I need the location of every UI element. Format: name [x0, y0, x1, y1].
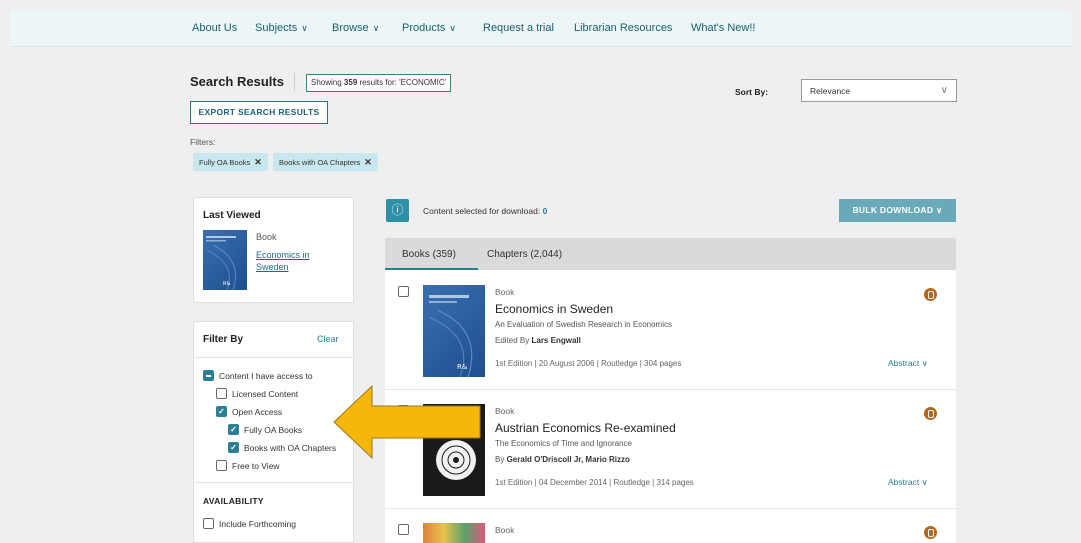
annotation-arrow-icon	[333, 384, 481, 460]
book-cover[interactable]: R&	[203, 230, 247, 290]
chevron-down-icon: ∨	[936, 205, 943, 215]
open-access-icon	[924, 526, 937, 539]
filter-by-title: Filter By	[203, 334, 244, 345]
top-navigation: About Us Subjects ∨ Browse ∨ Products ∨ Req…	[10, 10, 1071, 47]
nav-librarian-resources[interactable]: Librarian Resources	[574, 22, 672, 34]
option-books-oa-chapters-label: Books with OA Chapters	[244, 443, 337, 453]
open-access-icon	[924, 288, 937, 301]
divider	[385, 508, 956, 509]
info-icon: ⓘ	[386, 199, 409, 222]
checkbox-fully-oa-books[interactable]: ✓	[228, 424, 239, 435]
nav-whats-new[interactable]: What's New!!	[691, 22, 755, 34]
page-title: Search Results	[190, 74, 284, 89]
tab-chapters[interactable]: Chapters (2,044)	[487, 249, 562, 260]
result-subtitle: An Evaluation of Swedish Research in Eco…	[495, 320, 672, 329]
result-subtitle: The Economics of Time and Ignorance	[495, 439, 632, 448]
sort-select[interactable]: Relevance ∨	[801, 79, 957, 102]
open-access-icon	[924, 407, 937, 420]
book-cover[interactable]	[423, 523, 485, 543]
checkbox-books-oa-chapters[interactable]: ✓	[228, 442, 239, 453]
chevron-down-icon: ∨	[449, 23, 457, 33]
results-count-text: Showing 359 results for: 'ECONOMIC'	[306, 74, 452, 92]
result-select-checkbox[interactable]	[398, 286, 409, 297]
option-fully-oa-books-label: Fully OA Books	[244, 425, 303, 435]
result-title[interactable]: Austrian Economics Re-examined	[495, 421, 676, 435]
chevron-down-icon: ∨	[921, 358, 928, 368]
checkbox-licensed-content[interactable]	[216, 388, 227, 399]
svg-text:R&: R&	[457, 363, 468, 371]
cover-art-icon: R&	[206, 236, 236, 290]
last-viewed-link[interactable]: Economics in Sweden	[256, 249, 336, 273]
download-selection-text: Content selected for download: 0	[423, 206, 548, 216]
checkbox-include-forthcoming[interactable]	[203, 518, 214, 529]
bulk-download-button[interactable]: BULK DOWNLOAD ∨	[839, 199, 956, 222]
result-meta: 1st Edition | 20 August 2006 | Routledge…	[495, 359, 682, 368]
filter-chip-fully-oa-books[interactable]: Fully OA Books ✕	[193, 153, 268, 171]
filters-label: Filters:	[190, 137, 216, 147]
nav-subjects[interactable]: Subjects ∨	[255, 22, 308, 34]
chevron-down-icon: ∨	[940, 85, 948, 96]
nav-products[interactable]: Products ∨	[402, 22, 456, 34]
last-viewed-title: Last Viewed	[203, 210, 261, 221]
result-type: Book	[495, 406, 515, 416]
option-include-forthcoming-label: Include Forthcoming	[219, 519, 297, 529]
divider	[193, 482, 354, 483]
chevron-down-icon: ∨	[372, 23, 380, 33]
export-search-results-button[interactable]: EXPORT SEARCH RESULTS	[190, 101, 328, 124]
last-viewed-type: Book	[256, 232, 277, 242]
tab-books[interactable]: Books (359)	[402, 249, 456, 260]
checkbox-content-access[interactable]	[203, 370, 214, 381]
result-type: Book	[495, 525, 515, 535]
close-icon[interactable]: ✕	[254, 157, 262, 167]
book-cover[interactable]: R&	[423, 285, 485, 377]
option-open-access-label: Open Access	[232, 407, 283, 417]
result-select-checkbox[interactable]	[398, 524, 409, 535]
checkbox-free-to-view[interactable]	[216, 460, 227, 471]
option-free-to-view-label: Free to View	[232, 461, 280, 471]
clear-filters-link[interactable]: Clear	[317, 334, 339, 344]
result-authors: By Gerald O'Driscoll Jr, Mario Rizzo	[495, 455, 630, 464]
availability-title: AVAILABILITY	[203, 496, 264, 506]
sort-by-label: Sort By:	[735, 87, 769, 97]
result-type: Book	[495, 287, 515, 297]
option-licensed-content-label: Licensed Content	[232, 389, 299, 399]
results-tabs	[385, 238, 956, 270]
svg-text:R&: R&	[223, 281, 230, 287]
option-content-access-label: Content I have access to	[219, 371, 313, 381]
chevron-down-icon: ∨	[301, 23, 308, 33]
nav-about-us[interactable]: About Us	[192, 22, 237, 34]
result-meta: 1st Edition | 04 December 2014 | Routled…	[495, 478, 694, 487]
close-icon[interactable]: ✕	[364, 157, 372, 167]
checkbox-open-access[interactable]: ✓	[216, 406, 227, 417]
result-authors: Edited By Lars Engwall	[495, 336, 581, 345]
abstract-toggle[interactable]: Abstract ∨	[888, 477, 928, 488]
result-title[interactable]: Economics in Sweden	[495, 302, 613, 316]
divider	[294, 73, 295, 91]
nav-request-trial[interactable]: Request a trial	[483, 22, 554, 34]
cover-art-icon: R&	[428, 295, 473, 377]
nav-browse[interactable]: Browse ∨	[332, 22, 379, 34]
abstract-toggle[interactable]: Abstract ∨	[888, 358, 928, 369]
chevron-down-icon: ∨	[921, 477, 928, 487]
filter-chip-books-oa-chapters[interactable]: Books with OA Chapters ✕	[273, 153, 378, 171]
divider	[193, 357, 354, 358]
